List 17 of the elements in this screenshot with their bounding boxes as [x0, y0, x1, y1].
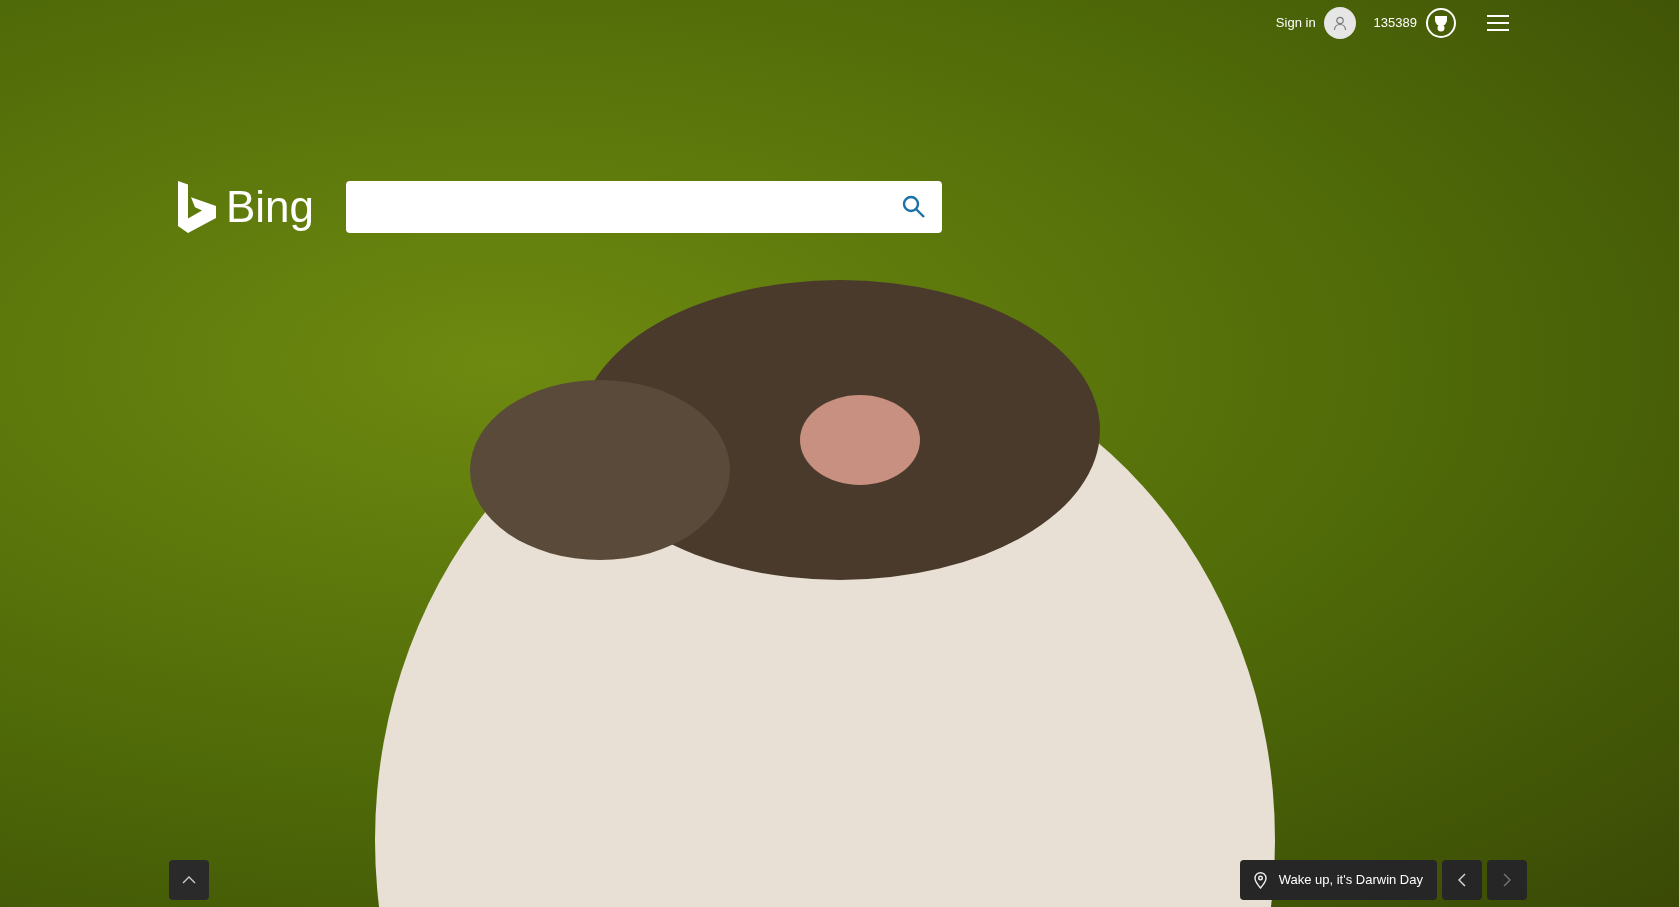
previous-image-button[interactable]: [1442, 860, 1482, 900]
user-avatar-icon[interactable]: [1323, 6, 1356, 39]
chevron-left-icon: [1458, 873, 1466, 887]
menu-icon[interactable]: [1487, 14, 1509, 31]
logo-icon: [178, 181, 216, 233]
search-field[interactable]: [346, 181, 943, 233]
trophy-icon[interactable]: [1425, 6, 1457, 39]
rewards-points[interactable]: 135389: [1373, 12, 1417, 33]
logo-text: Bing: [226, 185, 315, 229]
image-info-button[interactable]: Wake up, it's Darwin Day: [1239, 860, 1437, 900]
scroll-up-button[interactable]: [169, 860, 209, 900]
image-title[interactable]: Wake up, it's Darwin Day: [1278, 870, 1423, 890]
location-pin-icon: [1253, 871, 1267, 889]
sign-in-link[interactable]: Sign in: [1275, 12, 1316, 33]
chevron-up-icon: [182, 876, 196, 884]
search-icon[interactable]: [902, 195, 927, 219]
chevron-right-icon: [1503, 873, 1511, 887]
